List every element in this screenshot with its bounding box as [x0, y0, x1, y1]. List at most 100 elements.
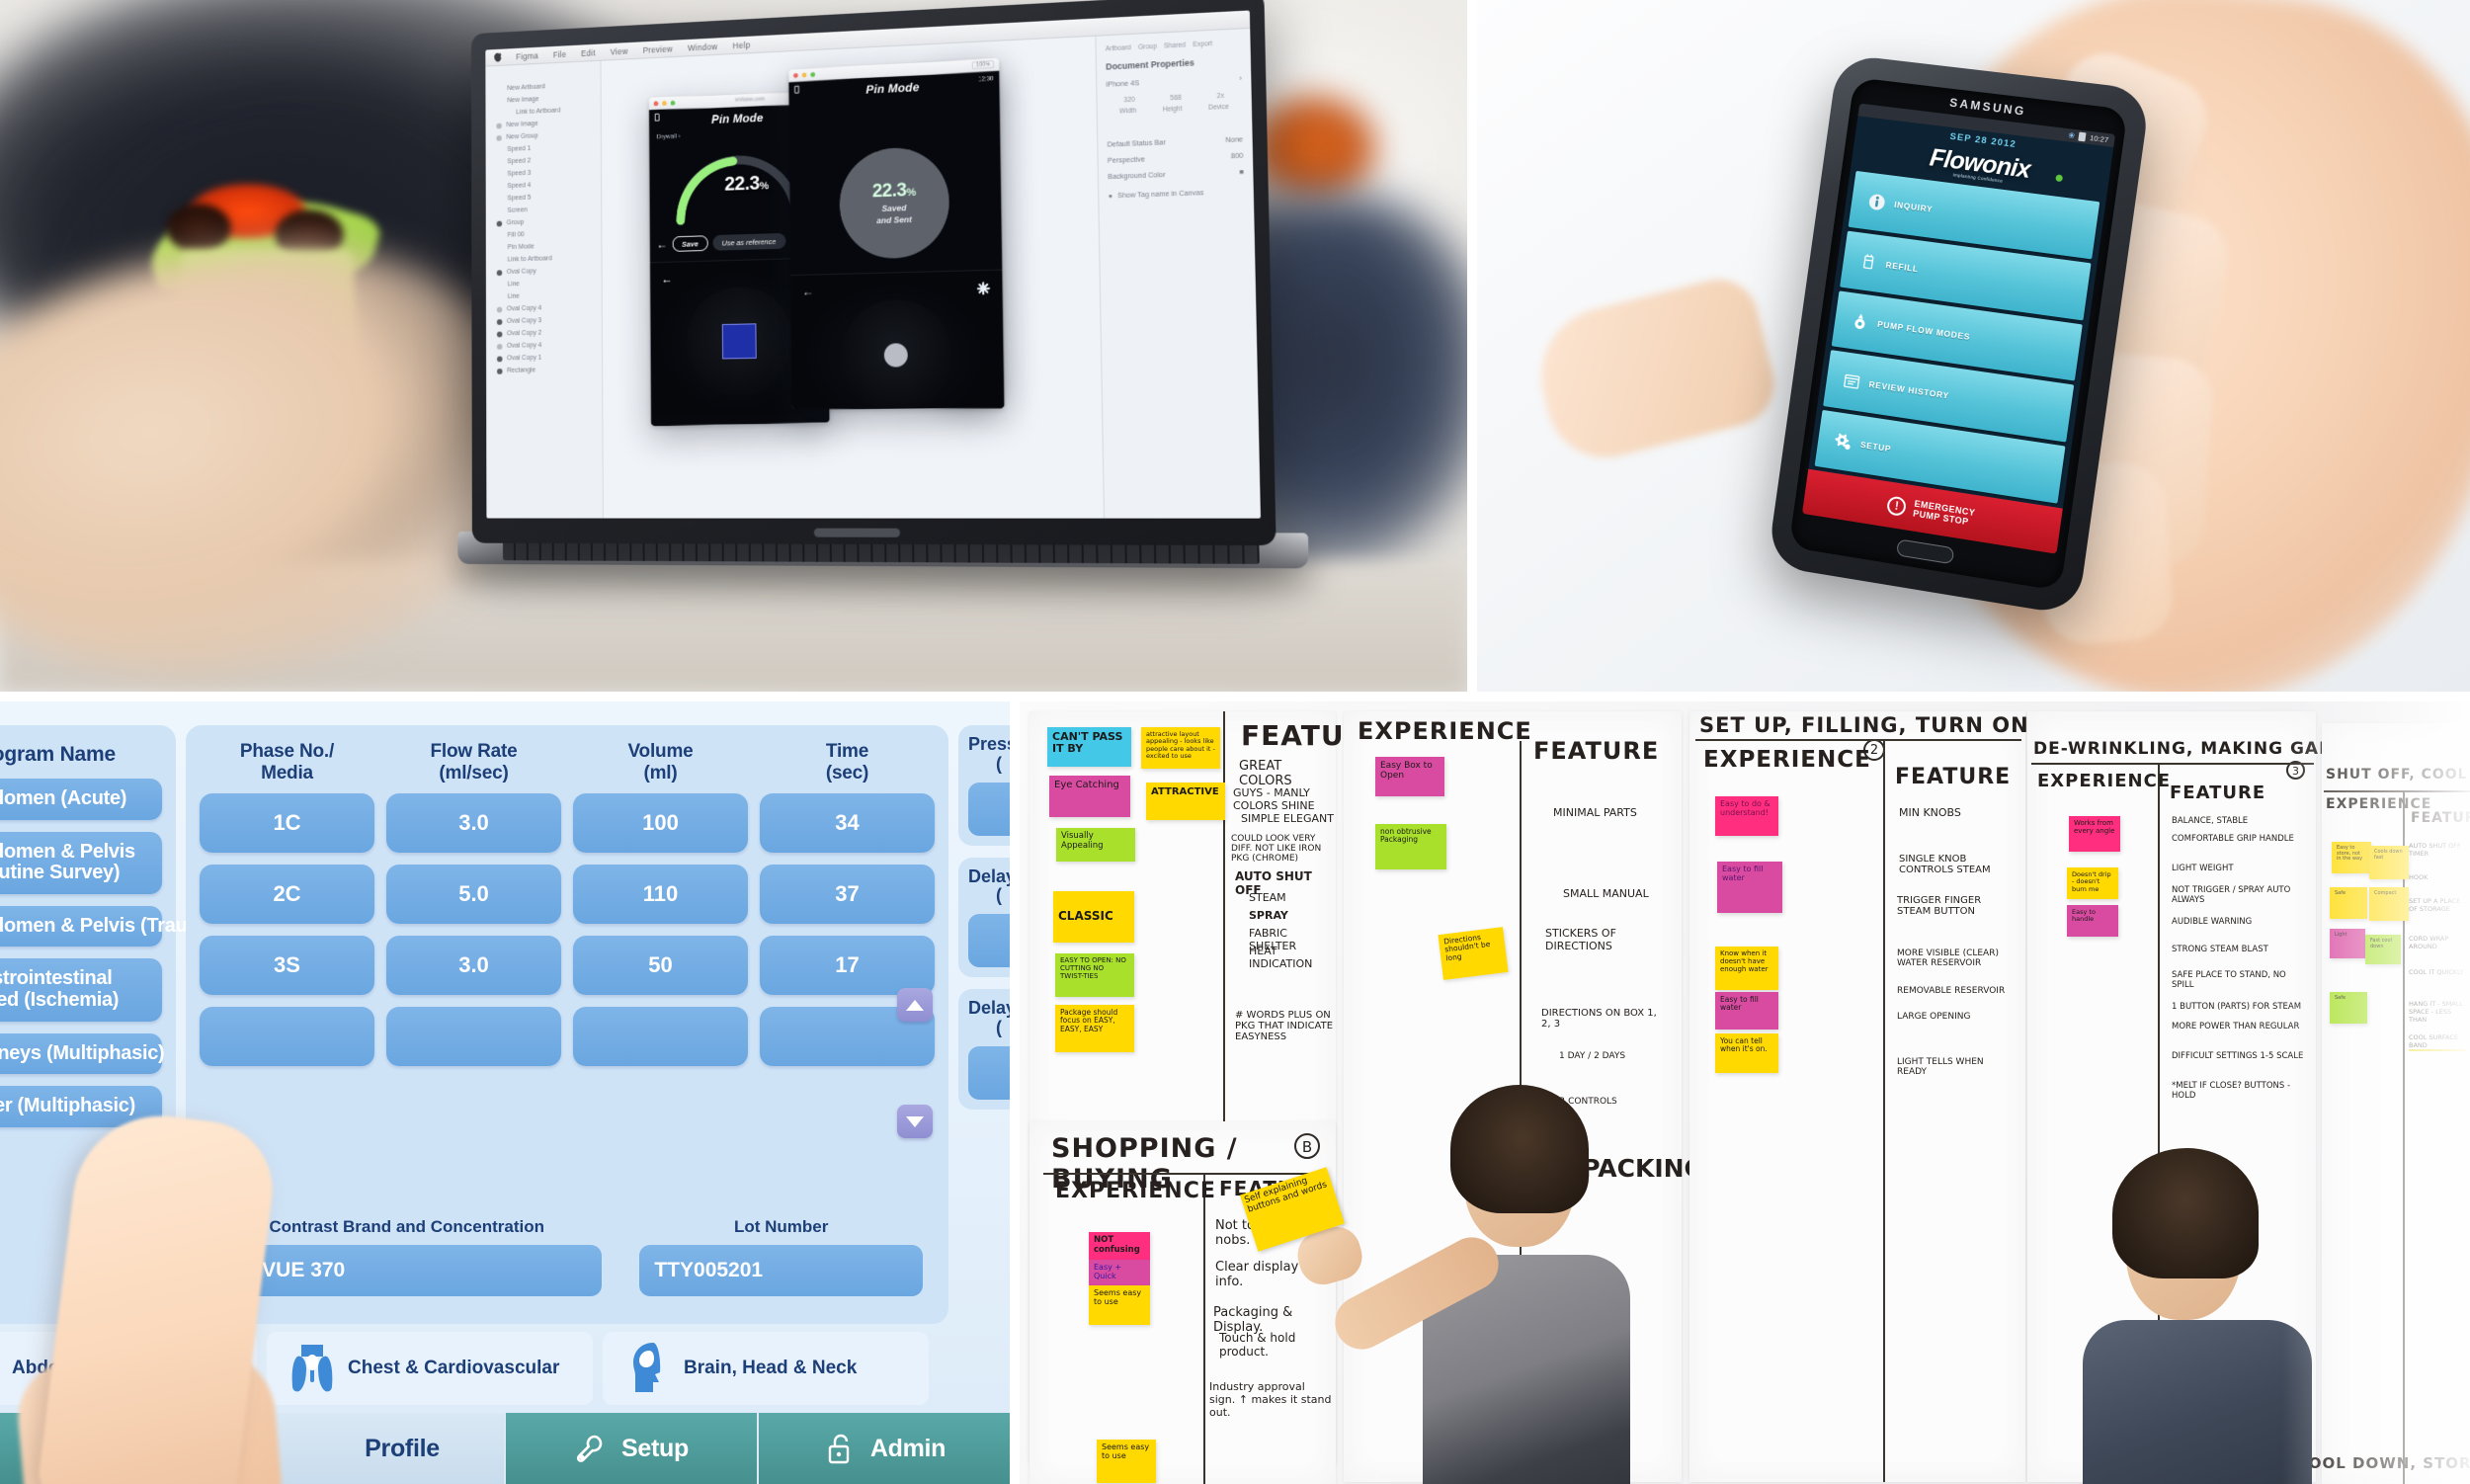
- tab-shared[interactable]: Shared: [1164, 41, 1186, 49]
- layer-item[interactable]: Rectangle: [495, 364, 595, 377]
- sticky-note[interactable]: Know when it doesn't have enough water: [1715, 947, 1778, 990]
- cell-phase[interactable]: 3S: [200, 936, 374, 995]
- menu-item-app[interactable]: Figma: [516, 50, 538, 61]
- program-item[interactable]: Abdomen & Pelvis (Routine Survey): [0, 832, 162, 894]
- perspective-value[interactable]: 800: [1231, 153, 1244, 161]
- height-value[interactable]: 568: [1170, 95, 1182, 103]
- status-bar-setting[interactable]: Default Status Bar None: [1108, 136, 1244, 148]
- tab-export[interactable]: Export: [1193, 41, 1212, 48]
- sticky-note[interactable]: CAN'T PASS IT BY: [1047, 727, 1131, 767]
- program-item[interactable]: Abdomen & Pelvis (Trauma): [0, 906, 162, 948]
- checkbox-icon[interactable]: ●: [1109, 193, 1113, 200]
- maximize-icon[interactable]: [671, 100, 676, 105]
- sticky-note[interactable]: Compact: [2369, 887, 2409, 921]
- mockup-window-pin-mode-saved[interactable]: 100% 12:30 Pin Mode 22.3% Saved and Sent…: [788, 58, 1004, 409]
- sticky-note[interactable]: Visually Appealing: [1056, 828, 1135, 862]
- close-icon[interactable]: [793, 72, 798, 77]
- cell-phase[interactable]: 1C: [200, 793, 374, 853]
- delay-value[interactable]: [968, 914, 1010, 967]
- sensor-dial[interactable]: [686, 286, 792, 397]
- sticky-note[interactable]: Easy to fill water: [1715, 992, 1778, 1030]
- sensor-dial[interactable]: [841, 298, 952, 409]
- program-item[interactable]: Gastrointestinal Bleed (Ischemia): [0, 958, 162, 1021]
- region-tab-chest[interactable]: Chest & Cardiovascular: [267, 1332, 593, 1405]
- menu-item-view[interactable]: View: [611, 45, 628, 56]
- cell-flow[interactable]: 3.0: [386, 793, 561, 853]
- sticky-note[interactable]: Seems easy to use: [1089, 1285, 1150, 1325]
- maximize-icon[interactable]: [810, 71, 815, 76]
- cell-time[interactable]: 17: [760, 936, 935, 995]
- menu-item-edit[interactable]: Edit: [581, 47, 596, 57]
- device-scale-value[interactable]: 2x: [1217, 93, 1224, 100]
- pressure-value[interactable]: 3: [968, 783, 1010, 836]
- program-item[interactable]: Kidneys (Multiphasic): [0, 1033, 162, 1075]
- use-as-reference-button[interactable]: Use as reference: [712, 233, 785, 251]
- inspector-panel[interactable]: Artboard Group Shared Export Document Pr…: [1095, 29, 1261, 519]
- sticky-note[interactable]: Easy to handle: [2067, 905, 2118, 937]
- apple-logo-icon[interactable]: [493, 52, 501, 62]
- region-tab-brain[interactable]: Brain, Head & Neck: [603, 1332, 929, 1405]
- brightness-icon[interactable]: [976, 281, 990, 294]
- sticky-note[interactable]: Safe: [2330, 992, 2367, 1024]
- layers-sidebar[interactable]: New Artboard New Image Link to Artboard …: [485, 61, 603, 519]
- zoom-level[interactable]: 100%: [972, 60, 994, 69]
- close-icon[interactable]: [654, 101, 659, 106]
- phone-display[interactable]: ❀ 10:27 SEP 28 2012 Flowonix Implanting …: [1802, 104, 2115, 554]
- sticky-note[interactable]: Directions shouldn't be long: [1438, 927, 1508, 980]
- bottom-button-profile[interactable]: Profile: [253, 1413, 506, 1484]
- dimension-values[interactable]: 320 568 2x: [1107, 92, 1242, 105]
- program-item[interactable]: Abdomen (Acute): [0, 779, 162, 820]
- cell-volume[interactable]: 110: [573, 865, 748, 924]
- cell-flow[interactable]: [386, 1007, 561, 1066]
- sticky-note[interactable]: Eye Catching: [1049, 776, 1130, 817]
- minimize-icon[interactable]: [802, 72, 807, 77]
- sticky-note[interactable]: Easy to fill water: [1717, 862, 1782, 913]
- design-canvas[interactable]: 12:30 inVision.com: [601, 37, 1104, 519]
- menu-item-window[interactable]: Window: [688, 41, 717, 52]
- sticky-note[interactable]: Works from every angle: [2069, 816, 2120, 852]
- sticky-note[interactable]: Easy Box to Open: [1375, 757, 1444, 796]
- lot-number-value[interactable]: TTY005201: [639, 1245, 923, 1296]
- back-arrow-icon[interactable]: ←: [656, 238, 667, 250]
- save-button[interactable]: Save: [672, 235, 707, 252]
- sticky-note[interactable]: Cools down fast: [2369, 846, 2409, 879]
- sticky-note[interactable]: NOT confusing: [1089, 1232, 1150, 1260]
- back-arrow-icon[interactable]: ←: [661, 273, 673, 285]
- menu-item-help[interactable]: Help: [733, 40, 751, 50]
- sticky-note[interactable]: Easy to do & understand!: [1715, 796, 1778, 836]
- sticky-note[interactable]: You can tell when it's on.: [1715, 1033, 1778, 1073]
- sticky-note[interactable]: Doesn't drip - doesn't burn me: [2067, 867, 2118, 899]
- contrast-brand-value[interactable]: ISOVUE 370: [211, 1245, 602, 1296]
- phases-scroll-up-button[interactable]: [897, 988, 933, 1022]
- menu-item-preview[interactable]: Preview: [643, 43, 673, 54]
- sticky-note[interactable]: CLASSIC: [1053, 891, 1134, 943]
- phases-scroll-down-button[interactable]: [897, 1105, 933, 1138]
- cell-volume[interactable]: [573, 1007, 748, 1066]
- bottom-button-admin[interactable]: Admin: [759, 1413, 1010, 1484]
- back-arrow-icon[interactable]: ←: [802, 286, 814, 297]
- perspective-setting[interactable]: Perspective 800: [1108, 153, 1244, 165]
- cell-time[interactable]: 37: [760, 865, 935, 924]
- width-value[interactable]: 320: [1123, 97, 1134, 105]
- chevron-down-icon[interactable]: ›: [1239, 76, 1242, 83]
- status-bar-value[interactable]: None: [1225, 136, 1243, 144]
- device-select[interactable]: iPhone 4S ›: [1107, 76, 1242, 89]
- sticky-note[interactable]: EASY TO OPEN: NO CUTTING NO TWIST-TIES: [1055, 953, 1134, 997]
- inspector-tabs[interactable]: Artboard Group Shared Export: [1106, 40, 1241, 53]
- tab-artboard[interactable]: Artboard: [1106, 44, 1131, 52]
- sticky-note[interactable]: Package should focus on EASY, EASY, EASY: [1055, 1005, 1134, 1052]
- sticky-note[interactable]: non obtrusive Packaging: [1375, 824, 1446, 869]
- sticky-note[interactable]: ATTRACTIVE: [1146, 783, 1225, 820]
- bottom-button-setup[interactable]: Setup: [506, 1413, 759, 1484]
- menu-item-file[interactable]: File: [553, 49, 567, 59]
- show-tag-checkbox[interactable]: ● Show Tag name in Canvas: [1109, 189, 1245, 201]
- cell-flow[interactable]: 3.0: [386, 936, 561, 995]
- main-menu[interactable]: INQUIRY REFILL PUMP FLOW MODES REVIEW HI…: [1808, 170, 2105, 508]
- sticky-note[interactable]: Easy to store, not in the way: [2332, 842, 2371, 873]
- sticky-note[interactable]: Light: [2330, 929, 2365, 958]
- delay-value[interactable]: [968, 1046, 1010, 1100]
- cell-volume[interactable]: 50: [573, 936, 748, 995]
- sticky-note[interactable]: attractive layout appealing - looks like…: [1141, 727, 1220, 769]
- color-swatch-icon[interactable]: ■: [1239, 169, 1244, 176]
- cell-time[interactable]: 34: [760, 793, 935, 853]
